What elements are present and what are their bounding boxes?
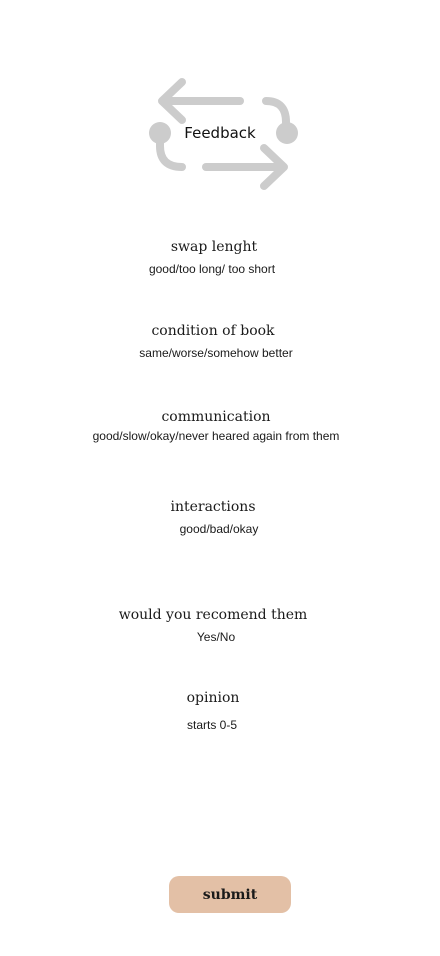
question-title: would you recomend them bbox=[118, 607, 308, 623]
feedback-title: Feedback bbox=[184, 124, 256, 142]
question-title: swap lenght bbox=[170, 239, 258, 255]
question-opinion: opinion starts 0-5 bbox=[0, 689, 440, 733]
question-communication: communication good/slow/okay/never heare… bbox=[0, 408, 440, 444]
question-options[interactable]: Yes/No bbox=[0, 629, 440, 645]
question-options[interactable]: good/slow/okay/never heared again from t… bbox=[0, 428, 440, 444]
question-title: interactions bbox=[170, 499, 256, 515]
question-title: opinion bbox=[186, 690, 240, 706]
question-recommend: would you recomend them Yes/No bbox=[0, 606, 440, 645]
feedback-logo: Feedback bbox=[148, 74, 302, 196]
question-title: condition of book bbox=[151, 323, 275, 339]
question-interactions: interactions good/bad/okay bbox=[0, 498, 440, 537]
question-condition-of-book: condition of book same/worse/somehow bet… bbox=[0, 322, 440, 361]
question-options[interactable]: starts 0-5 bbox=[0, 717, 440, 733]
question-title: communication bbox=[161, 409, 271, 425]
question-swap-length: swap lenght good/too long/ too short bbox=[0, 238, 440, 277]
submit-button[interactable]: submit bbox=[169, 876, 291, 913]
question-options[interactable]: same/worse/somehow better bbox=[0, 345, 440, 361]
question-options[interactable]: good/bad/okay bbox=[0, 521, 440, 537]
question-options[interactable]: good/too long/ too short bbox=[0, 261, 440, 277]
